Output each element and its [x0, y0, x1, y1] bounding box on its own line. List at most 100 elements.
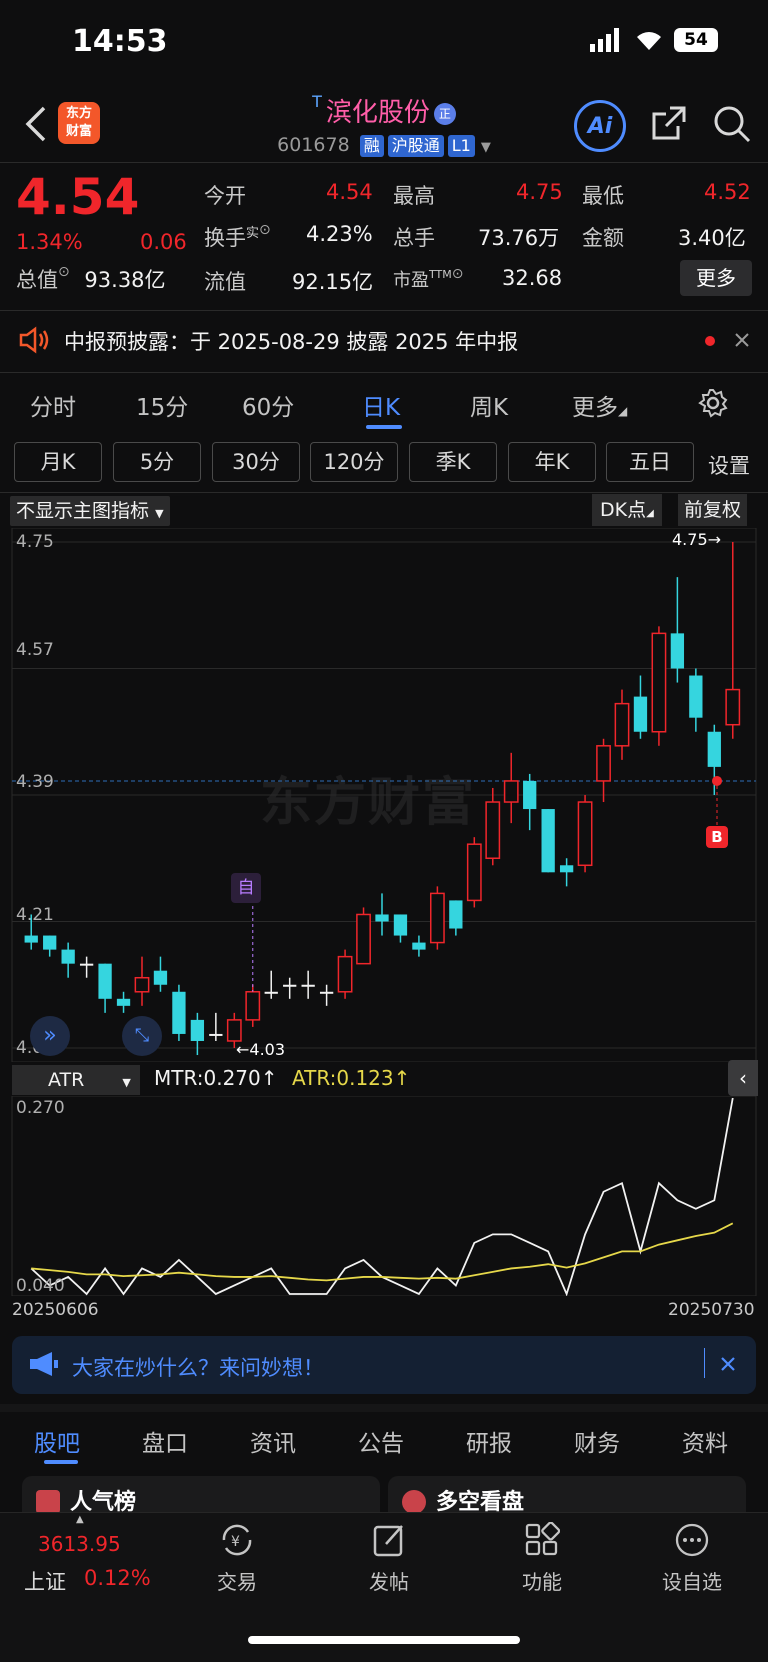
btab-forum[interactable]: 股吧	[34, 1424, 80, 1458]
candle-body	[283, 984, 297, 987]
candle-body	[503, 780, 519, 803]
candlestick-chart[interactable]	[0, 528, 768, 1062]
candle-body	[356, 913, 371, 965]
candle-body	[559, 865, 574, 873]
candle-body	[245, 991, 261, 1021]
info-icon: ⊙	[451, 266, 464, 282]
active-tab-indicator	[44, 1460, 78, 1464]
sub-tab-five-day[interactable]: 五日	[606, 442, 694, 482]
collapse-panel-icon[interactable]: ‹	[728, 1060, 758, 1096]
ai-button[interactable]: Ai	[574, 100, 626, 152]
share-icon[interactable]	[650, 104, 688, 142]
amount-value: 3.40亿	[678, 226, 746, 250]
tab-more[interactable]: 更多◢	[572, 388, 627, 422]
buy-marker[interactable]: B	[706, 826, 728, 848]
status-time: 14:53	[72, 24, 168, 59]
low-label: 最低	[582, 184, 624, 208]
volume-value: 73.76万	[478, 226, 560, 250]
search-icon[interactable]	[712, 104, 752, 144]
high-label: 最高	[393, 184, 435, 208]
y-label-2: 4.57	[16, 640, 54, 660]
gear-icon[interactable]	[698, 388, 728, 418]
high-value: 4.75	[516, 180, 563, 204]
candle-body	[134, 976, 150, 993]
trade-icon[interactable]: ¥	[218, 1522, 256, 1558]
btab-research[interactable]: 研报	[466, 1424, 512, 1458]
divider	[0, 310, 768, 311]
long-short-card[interactable]: 多空看盘	[388, 1476, 746, 1516]
tab-15min[interactable]: 15分	[136, 388, 188, 422]
more-button[interactable]: 更多	[680, 260, 752, 296]
tag-level: L1	[447, 135, 475, 157]
sub-tab-yearly[interactable]: 年K	[508, 442, 596, 482]
sub-tab-30min[interactable]: 30分	[212, 442, 300, 482]
expand-icon[interactable]: ⤡	[122, 1016, 162, 1056]
sub-tab-monthly[interactable]: 月K	[14, 442, 102, 482]
atr-frame	[11, 1096, 757, 1296]
candle-body	[485, 801, 501, 859]
tab-60min[interactable]: 60分	[242, 388, 294, 422]
adjustment-button[interactable]: 前复权	[678, 494, 748, 526]
atr-chart[interactable]	[0, 1096, 768, 1296]
btab-financials[interactable]: 财务	[574, 1424, 620, 1458]
candle-body	[689, 675, 703, 718]
change-pct: 1.34%	[16, 230, 83, 254]
nav-post[interactable]: 发帖	[339, 1566, 439, 1595]
t-mark: T	[312, 92, 322, 111]
tab-daily[interactable]: 日K	[362, 388, 400, 422]
grid-icon[interactable]	[524, 1522, 560, 1558]
sub-tab-settings[interactable]: 设置	[708, 450, 750, 480]
sub-tab-quarterly[interactable]: 季K	[409, 442, 497, 482]
vs-icon	[402, 1490, 426, 1514]
pe-value: 32.68	[502, 266, 563, 290]
speaker-icon	[19, 326, 49, 354]
sub-indicator-select[interactable]: ATR ▼	[12, 1065, 140, 1095]
popularity-card[interactable]: 人气榜	[22, 1476, 380, 1516]
corner-arrow-icon: ◢	[646, 508, 654, 519]
candle-body	[541, 809, 555, 873]
chart-icon	[36, 1490, 60, 1514]
dk-point-button[interactable]: DK点◢	[592, 494, 662, 526]
index-value[interactable]: 3613.95	[38, 1532, 121, 1556]
sub-tab-120min[interactable]: 120分	[310, 442, 398, 482]
more-dots-icon[interactable]	[674, 1522, 710, 1558]
pe-label[interactable]: 市盈TTM⊙	[393, 266, 463, 292]
notice-text[interactable]: 中报预披露：于 2025-08-29 披露 2025 年中报	[64, 326, 518, 356]
total-value-row[interactable]: 总值⊙ 93.38亿	[16, 264, 166, 294]
candle-body	[429, 892, 445, 944]
btab-orderbook[interactable]: 盘口	[142, 1424, 188, 1458]
info-icon: ⊙	[58, 264, 70, 280]
btab-profile[interactable]: 资料	[682, 1424, 728, 1458]
compose-icon[interactable]	[372, 1522, 408, 1558]
close-icon[interactable]	[734, 332, 750, 348]
candle-body	[725, 688, 741, 726]
caret-up-icon: ▲	[76, 1514, 84, 1525]
candle-body	[466, 843, 482, 902]
turnover-label[interactable]: 换手实⊙	[204, 222, 271, 252]
main-indicator-select[interactable]: 不显示主图指标 ▼	[10, 496, 170, 526]
self-select-marker[interactable]: 自	[231, 873, 261, 903]
candle-body	[301, 984, 315, 987]
divider	[704, 1348, 705, 1378]
chevron-down-icon: ▼	[122, 1076, 131, 1089]
tab-intraday[interactable]: 分时	[30, 388, 76, 422]
sub-tab-5min[interactable]: 5分	[113, 442, 201, 482]
y-label-3: 4.39	[16, 772, 54, 792]
btab-announcements[interactable]: 公告	[358, 1424, 404, 1458]
candle-body	[116, 998, 131, 1006]
date-start: 20250606	[12, 1300, 99, 1320]
nav-functions[interactable]: 功能	[492, 1566, 592, 1595]
candle-body	[375, 914, 389, 922]
unread-dot	[705, 336, 715, 346]
btab-news[interactable]: 资讯	[250, 1424, 296, 1458]
double-chevron-icon[interactable]: »	[30, 1016, 70, 1056]
max-price-marker: 4.75→	[672, 530, 722, 549]
index-change[interactable]: 0.12%	[84, 1566, 151, 1590]
tab-weekly[interactable]: 周K	[470, 388, 508, 422]
index-name[interactable]: 上证	[24, 1566, 66, 1596]
battery-icon: 54	[674, 28, 718, 52]
nav-add-watchlist[interactable]: 设自选	[642, 1566, 742, 1595]
info-icon: ⊙	[259, 222, 271, 238]
close-icon[interactable]	[720, 1356, 736, 1372]
nav-trade[interactable]: 交易	[187, 1566, 287, 1595]
